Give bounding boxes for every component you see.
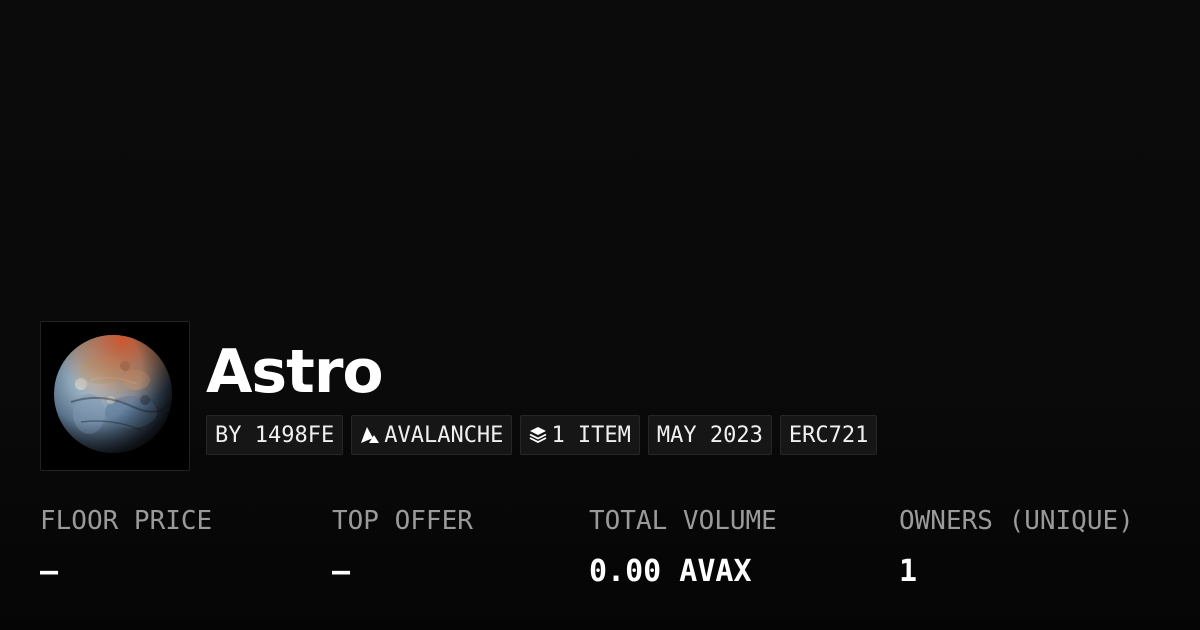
avalanche-icon — [360, 426, 380, 444]
stat-value: 0.00 AVAX — [589, 554, 752, 589]
collection-card: Astro BY 1498FE AVALANCHE 1 ITEM MAY 202… — [0, 0, 1200, 630]
stat-value: — — [332, 554, 351, 589]
stat-top-offer: TOP OFFER — — [332, 502, 473, 592]
items-badge[interactable]: 1 ITEM — [520, 415, 640, 455]
collection-thumbnail — [40, 321, 190, 471]
date-badge: MAY 2023 — [647, 415, 772, 455]
collection-title: Astro — [206, 337, 384, 407]
layers-icon — [529, 426, 547, 444]
stat-value: — — [40, 554, 59, 589]
standard-badge: ERC721 — [779, 415, 878, 455]
stat-label: FLOOR PRICE — [40, 506, 213, 536]
stat-label: OWNERS (UNIQUE) — [899, 506, 1134, 536]
stat-label: TOP OFFER — [332, 506, 473, 536]
stat-owners: OWNERS (UNIQUE) 1 — [899, 502, 1134, 592]
chain-label: AVALANCHE — [384, 422, 504, 448]
standard-label: ERC721 — [788, 422, 869, 448]
creator-label: BY 1498FE — [215, 422, 335, 448]
stat-value: 1 — [899, 554, 918, 589]
creator-badge[interactable]: BY 1498FE — [206, 415, 344, 455]
date-label: MAY 2023 — [656, 422, 763, 448]
planet-image — [41, 322, 189, 470]
chain-badge[interactable]: AVALANCHE — [351, 415, 513, 455]
items-label: 1 ITEM — [551, 422, 631, 448]
collection-badges: BY 1498FE AVALANCHE 1 ITEM MAY 2023 ERC7… — [206, 415, 878, 455]
stat-total-volume: TOTAL VOLUME 0.00 AVAX — [589, 502, 777, 592]
stat-label: TOTAL VOLUME — [589, 506, 777, 536]
stat-floor-price: FLOOR PRICE — — [40, 502, 212, 592]
